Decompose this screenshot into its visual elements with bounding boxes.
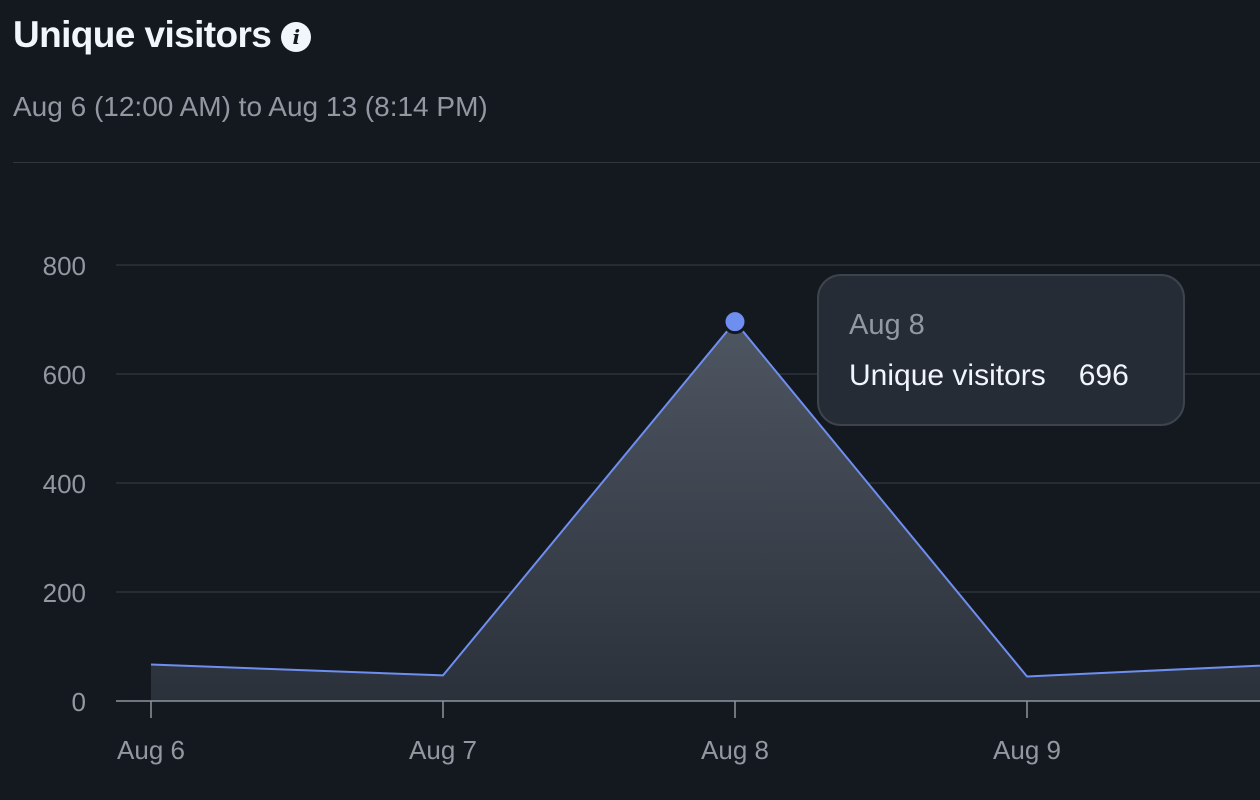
tooltip-series-label: Unique visitors	[849, 359, 1046, 392]
x-tick-label: Aug 7	[409, 735, 477, 765]
x-tick-label: Aug 8	[701, 735, 769, 765]
tooltip-value: 696	[1078, 359, 1129, 392]
x-tick-label: Aug 6	[117, 735, 185, 765]
x-tick-label: Aug 9	[993, 735, 1061, 765]
y-tick-label: 600	[43, 360, 86, 390]
y-tick-label: 800	[43, 251, 86, 281]
tooltip-row: Unique visitors 696	[849, 359, 1153, 393]
y-tick-label: 0	[72, 687, 86, 717]
data-tooltip: Aug 8 Unique visitors 696	[817, 274, 1185, 426]
tooltip-date: Aug 8	[849, 309, 925, 341]
highlighted-data-point	[722, 309, 748, 335]
y-tick-label: 200	[43, 578, 86, 608]
y-tick-label: 400	[43, 469, 86, 499]
